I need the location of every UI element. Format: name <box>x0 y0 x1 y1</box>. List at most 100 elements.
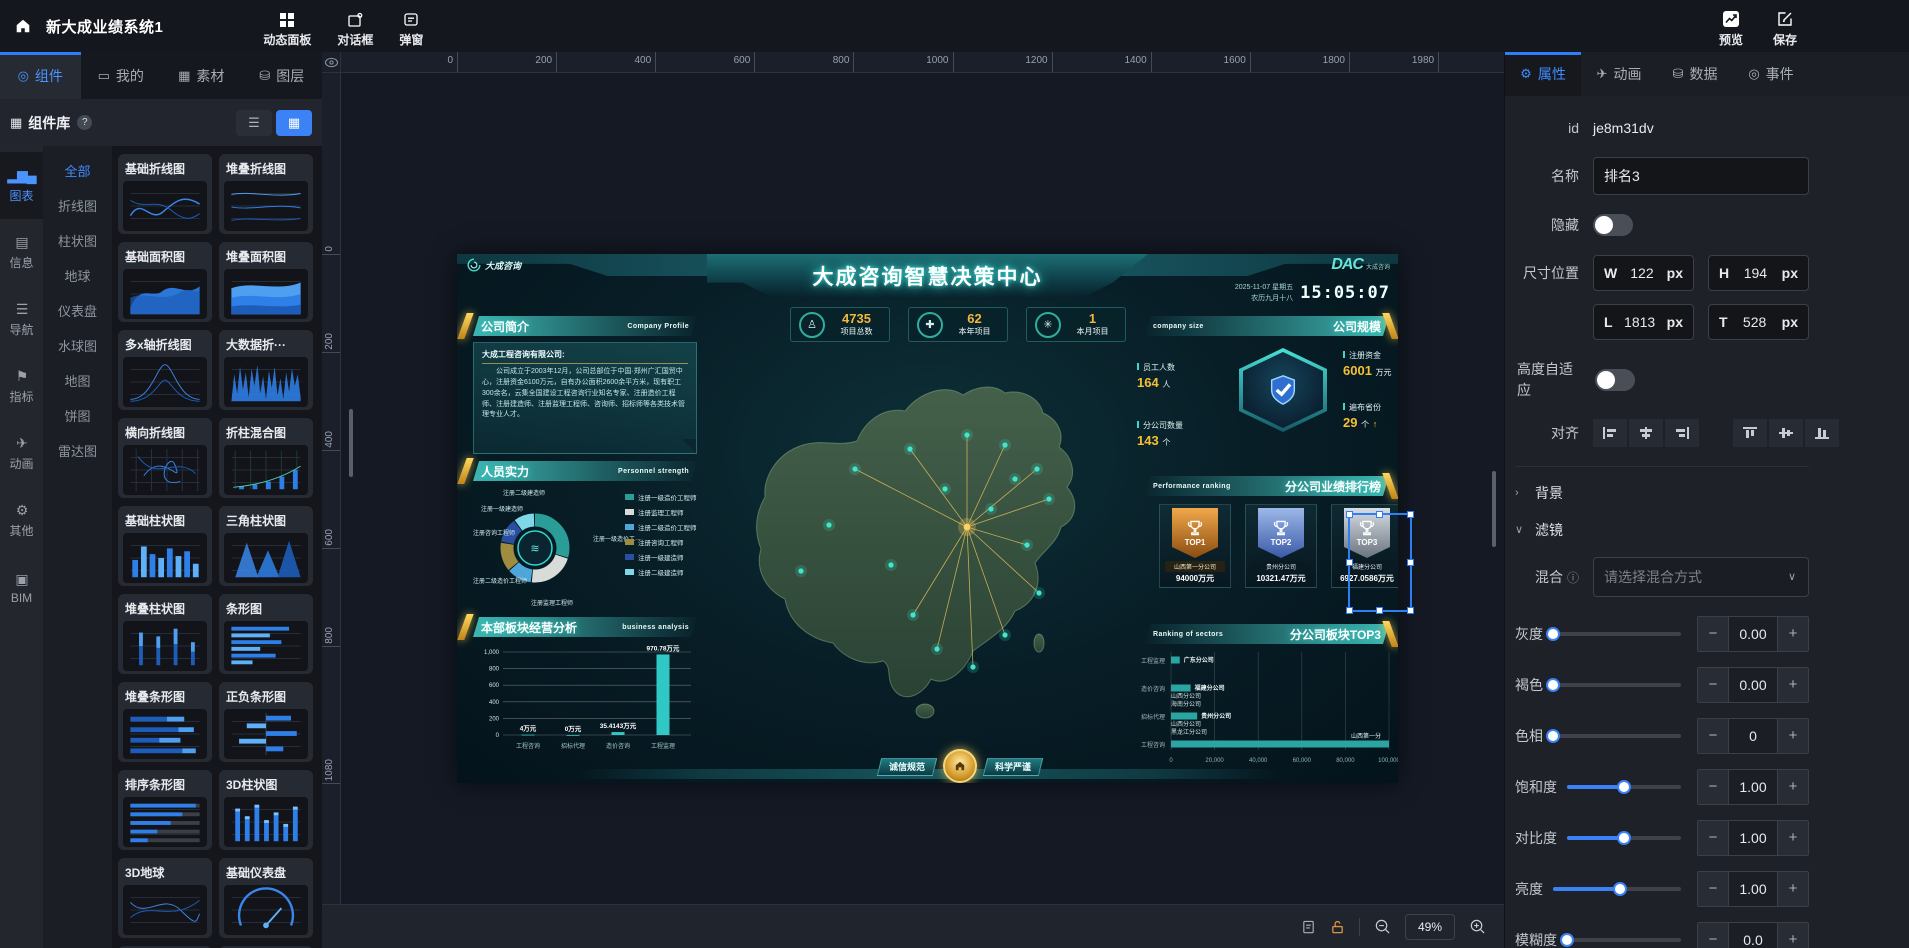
category-仪表盘[interactable]: 仪表盘 <box>43 294 112 329</box>
hide-toggle[interactable] <box>1593 214 1633 236</box>
component-card-排序条形图[interactable]: 排序条形图 <box>118 770 212 850</box>
toolbar-item-动态面板[interactable]: 动态面板 <box>263 12 311 48</box>
selection-overlay[interactable] <box>1348 513 1412 612</box>
selection-handle-n[interactable] <box>1376 511 1383 518</box>
left-tab-素材[interactable]: ▦素材 <box>161 52 242 99</box>
category-地图[interactable]: 地图 <box>43 364 112 399</box>
selection-handle-e[interactable] <box>1407 559 1414 566</box>
component-card-折柱混合图[interactable]: 折柱混合图 <box>219 418 313 498</box>
component-card-条形图[interactable]: 条形图 <box>219 594 313 674</box>
component-card-横向折线图[interactable]: 横向折线图 <box>118 418 212 498</box>
模糊度-slider[interactable] <box>1567 938 1681 942</box>
align-top-button[interactable] <box>1733 419 1767 447</box>
name-input[interactable]: 排名3 <box>1593 157 1809 195</box>
minus-button[interactable]: − <box>1698 668 1728 702</box>
component-card-基础柱状图[interactable]: 基础柱状图 <box>118 506 212 586</box>
亮度-slider[interactable] <box>1553 887 1681 891</box>
minus-button[interactable]: − <box>1698 770 1728 804</box>
left-tab-图层[interactable]: ⛁图层 <box>242 52 323 99</box>
left-tab-组件[interactable]: ◎组件 <box>0 52 81 99</box>
rail-item-信息[interactable]: ▤信息 <box>0 219 43 286</box>
filter-section-header[interactable]: ∨ 滤镜 <box>1515 520 1809 540</box>
zoom-in-icon[interactable] <box>1469 918 1486 935</box>
minus-button[interactable]: − <box>1698 719 1728 753</box>
褐色-slider[interactable] <box>1553 683 1681 687</box>
component-card-堆叠面积图[interactable]: 堆叠面积图 <box>219 242 313 322</box>
panel-tab-事件[interactable]: ◎事件 <box>1733 52 1809 96</box>
对比度-value[interactable]: 1.00 <box>1728 821 1778 855</box>
minus-button[interactable]: − <box>1698 821 1728 855</box>
component-card-堆叠折线图[interactable]: 堆叠折线图 <box>219 154 313 234</box>
plus-button[interactable]: + <box>1778 923 1808 948</box>
rail-item-BIM[interactable]: ▣BIM <box>0 554 43 621</box>
灰度-slider[interactable] <box>1553 632 1681 636</box>
ranking-card-TOP1[interactable]: TOP1 山西第一分公司 94000万元 <box>1159 504 1231 588</box>
色相-value[interactable]: 0 <box>1728 719 1778 753</box>
component-card-大数据折···[interactable]: 大数据折··· <box>219 330 313 410</box>
page-list-icon[interactable] <box>1301 919 1316 935</box>
minus-button[interactable]: − <box>1698 617 1728 651</box>
home-button[interactable] <box>0 17 46 35</box>
rail-item-导航[interactable]: ☰导航 <box>0 286 43 353</box>
色相-slider[interactable] <box>1553 734 1681 738</box>
align-middle-button[interactable] <box>1769 419 1803 447</box>
灰度-value[interactable]: 0.00 <box>1728 617 1778 651</box>
category-饼图[interactable]: 饼图 <box>43 399 112 434</box>
size-field-H[interactable]: H194px <box>1708 255 1809 291</box>
list-view-button[interactable]: ☰ <box>236 110 272 136</box>
category-折线图[interactable]: 折线图 <box>43 189 112 224</box>
minus-button[interactable]: − <box>1698 923 1728 948</box>
align-center-button[interactable] <box>1629 419 1663 447</box>
panel-tab-数据[interactable]: ⛁数据 <box>1657 52 1733 96</box>
unlock-icon[interactable] <box>1330 919 1345 935</box>
component-card-堆叠柱状图[interactable]: 堆叠柱状图 <box>118 594 212 674</box>
category-雷达图[interactable]: 雷达图 <box>43 434 112 469</box>
模糊度-value[interactable]: 0.0 <box>1728 923 1778 948</box>
plus-button[interactable]: + <box>1778 872 1808 906</box>
component-card-三角柱状图[interactable]: 三角柱状图 <box>219 506 313 586</box>
grid-view-button[interactable]: ▦ <box>276 110 312 136</box>
ranking-card-TOP2[interactable]: TOP2 贵州分公司 10321.47万元 <box>1245 504 1317 588</box>
rail-item-动画[interactable]: ✈动画 <box>0 420 43 487</box>
left-tab-我的[interactable]: ▭我的 <box>81 52 162 99</box>
align-right-button[interactable] <box>1665 419 1699 447</box>
rail-item-图表[interactable]: ▂▆▄图表 <box>0 152 43 219</box>
selection-handle-w[interactable] <box>1346 559 1353 566</box>
selection-handle-se[interactable] <box>1407 607 1414 614</box>
亮度-value[interactable]: 1.00 <box>1728 872 1778 906</box>
action-保存[interactable]: 保存 <box>1773 10 1797 48</box>
褐色-value[interactable]: 0.00 <box>1728 668 1778 702</box>
blend-mode-select[interactable]: 请选择混合方式 ∨ <box>1593 557 1809 597</box>
editor-canvas[interactable]: 0200400600800100012001400160018001980 02… <box>322 52 1504 948</box>
panel-tab-动画[interactable]: ✈动画 <box>1581 52 1657 96</box>
component-card-基础折线图[interactable]: 基础折线图 <box>118 154 212 234</box>
size-field-W[interactable]: W122px <box>1593 255 1694 291</box>
selection-handle-sw[interactable] <box>1346 607 1353 614</box>
help-icon[interactable]: ? <box>77 115 92 130</box>
toolbar-item-对话框[interactable]: 对话框 <box>337 12 373 48</box>
component-card-基础面积图[interactable]: 基础面积图 <box>118 242 212 322</box>
饱和度-value[interactable]: 1.00 <box>1728 770 1778 804</box>
panel-tab-属性[interactable]: ⚙属性 <box>1505 52 1581 96</box>
component-card-堆叠条形图[interactable]: 堆叠条形图 <box>118 682 212 762</box>
plus-button[interactable]: + <box>1778 719 1808 753</box>
plus-button[interactable]: + <box>1778 770 1808 804</box>
canvas-scrollbar-left[interactable] <box>349 409 353 477</box>
action-预览[interactable]: 预览 <box>1719 10 1743 48</box>
ruler-corner[interactable] <box>322 52 341 73</box>
category-地球[interactable]: 地球 <box>43 259 112 294</box>
selection-handle-s[interactable] <box>1376 607 1383 614</box>
component-card-3D柱状图[interactable]: 3D柱状图 <box>219 770 313 850</box>
dashboard-artboard[interactable]: 大成咨询智慧决策中心 大成咨询 DAC 大成咨询 2025-11-07 星期五 … <box>457 254 1398 783</box>
minus-button[interactable]: − <box>1698 872 1728 906</box>
category-全部[interactable]: 全部 <box>43 154 112 189</box>
component-card-3D地球[interactable]: 3D地球 <box>118 858 212 938</box>
canvas-scrollbar-right[interactable] <box>1492 471 1496 547</box>
toolbar-item-弹窗[interactable]: 弹窗 <box>399 12 423 48</box>
selection-handle-ne[interactable] <box>1407 511 1414 518</box>
component-card-正负条形图[interactable]: 正负条形图 <box>219 682 313 762</box>
rail-item-其他[interactable]: ⚙其他 <box>0 487 43 554</box>
background-section-header[interactable]: › 背景 <box>1515 483 1809 503</box>
align-bottom-button[interactable] <box>1805 419 1839 447</box>
饱和度-slider[interactable] <box>1567 785 1681 789</box>
